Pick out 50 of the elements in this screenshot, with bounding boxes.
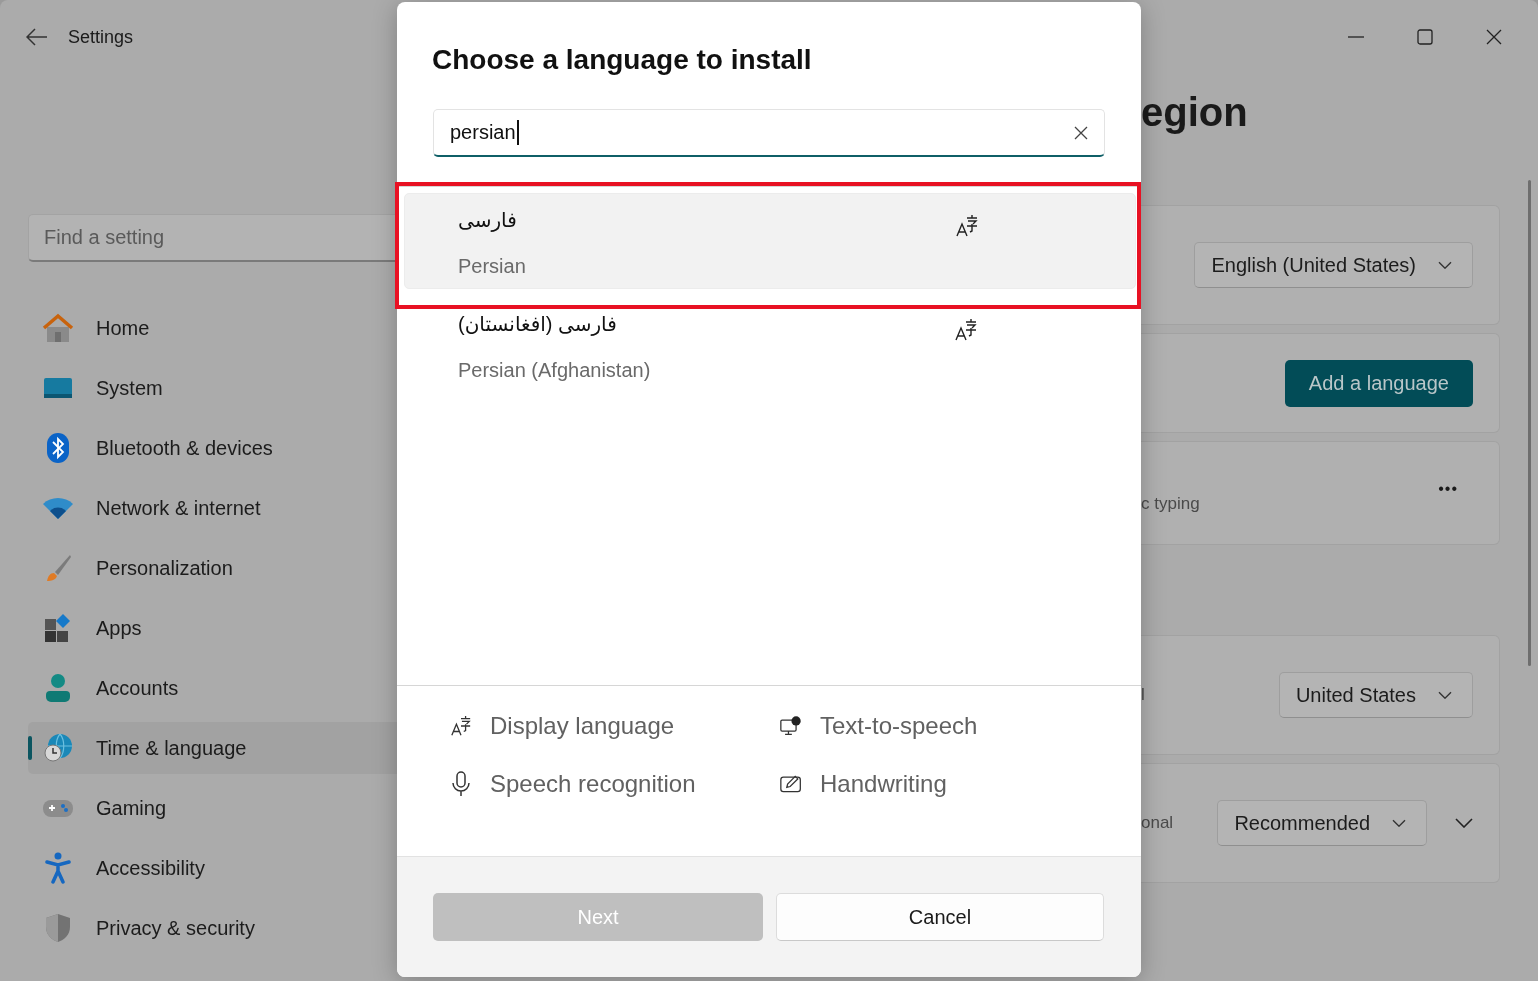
dropdown[interactable]: United States [1278,672,1473,718]
wifi-icon [42,496,74,520]
chevron-down-icon [1392,818,1406,828]
language-search-field[interactable]: persian [433,109,1105,157]
clear-icon[interactable] [1074,125,1088,140]
gamepad-icon [42,797,74,819]
nav-item[interactable]: Privacy & security [28,902,408,954]
shield-icon [44,913,72,943]
expand-chevron-icon[interactable] [1455,818,1473,828]
nav-item[interactable]: Apps [28,602,408,654]
chevron-down-icon [1438,260,1452,270]
microphone-icon [451,771,471,797]
apps-icon [43,613,73,643]
setting-label: onal [1141,813,1174,833]
add-language-button[interactable]: Add a language [1284,359,1473,407]
more-button[interactable]: ••• [1438,480,1458,498]
feature-label: Display language [490,712,675,740]
chevron-down-icon [1438,690,1452,700]
globe-clock-icon [43,733,73,763]
nav-item[interactable]: Network & internet [28,482,408,534]
back-arrow-icon[interactable] [26,28,48,46]
nav-item[interactable]: Bluetooth & devices [28,422,408,474]
dialog-title: Choose a language to install [431,43,813,77]
nav-item[interactable]: Accessibility [28,842,408,894]
window-title: Settings [68,26,135,48]
nav-item[interactable]: Personalization [28,542,408,594]
setting-label: l [1141,685,1145,705]
accessibility-icon [45,852,71,884]
nav-item[interactable]: Gaming [28,782,408,834]
setting-label: c typing [1141,494,1200,514]
feature-label: Handwriting [820,770,947,798]
maximize-icon[interactable] [1416,29,1433,45]
bluetooth-icon [46,432,70,464]
cancel-button[interactable]: Cancel [776,893,1104,941]
close-icon[interactable] [1485,29,1502,45]
feature-label: Speech recognition [490,770,696,798]
house-icon [42,313,74,343]
feature-label: Text-to-speech [820,712,978,740]
dropdown[interactable]: English (United States) [1194,242,1473,288]
dropdown[interactable]: Recommended [1217,800,1427,846]
minimize-icon[interactable] [1347,36,1364,38]
selection-indicator [28,736,32,760]
monitor-icon [43,376,73,400]
page-title: egion [1141,89,1249,136]
monitor-speech-icon [780,714,802,738]
person-icon [44,673,72,703]
scrollbar-thumb[interactable] [1528,180,1531,666]
font-icon [450,714,472,738]
nav-item[interactable]: Accounts [28,662,408,714]
pen-icon [780,773,802,795]
